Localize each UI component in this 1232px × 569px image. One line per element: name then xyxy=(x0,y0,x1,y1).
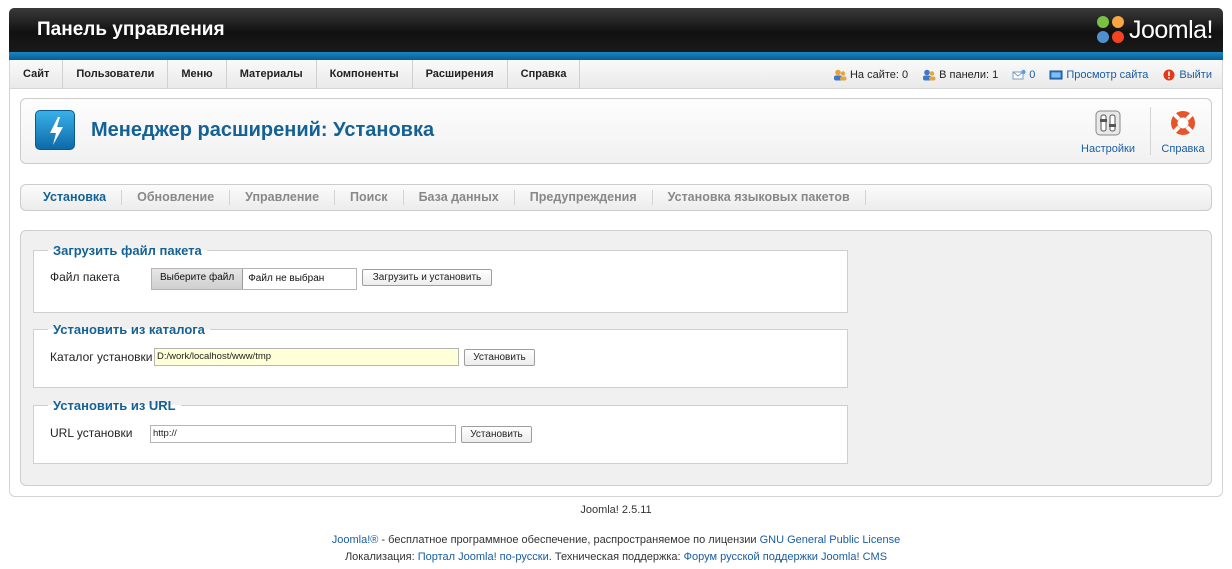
upload-legend: Загрузить файл пакета xyxy=(53,243,202,258)
gpl-link[interactable]: GNU General Public License xyxy=(760,534,901,546)
menu-item-content[interactable]: Материалы xyxy=(227,60,317,89)
joomla-logo-icon xyxy=(1096,16,1125,44)
tab-discover[interactable]: Поиск xyxy=(335,190,404,205)
forum-link[interactable]: Форум русской поддержки Joomla! CMS xyxy=(684,551,887,563)
upload-install-button[interactable]: Загрузить и установить xyxy=(362,269,492,286)
tab-manage[interactable]: Управление xyxy=(230,190,336,205)
monitor-icon xyxy=(1049,69,1063,81)
status-in-panel-text: В панели: 1 xyxy=(939,68,999,81)
header-strip xyxy=(9,52,1223,60)
footer-license: Joomla!® - бесплатное программное обеспе… xyxy=(0,534,1232,546)
footer-license-text: - бесплатное программное обеспечение, ра… xyxy=(378,534,760,546)
header-title: Панель управления xyxy=(37,19,225,40)
package-file-label: Файл пакета xyxy=(50,270,120,284)
install-directory-input[interactable]: D:/work/localhost/www/tmp xyxy=(154,348,459,366)
admin-header: Панель управления Joomla! xyxy=(9,8,1223,52)
url-legend: Установить из URL xyxy=(53,398,176,413)
page-title: Менеджер расширений: Установка xyxy=(91,119,435,141)
tab-update[interactable]: Обновление xyxy=(122,190,231,205)
portal-link[interactable]: Портал Joomla! по-русски xyxy=(418,551,549,563)
settings-button[interactable]: Настройки xyxy=(1077,107,1139,159)
logout-link[interactable]: Выйти xyxy=(1162,69,1212,81)
settings-icon xyxy=(1094,109,1122,137)
joomla-logo[interactable]: Joomla! xyxy=(1096,15,1214,45)
help-label: Справка xyxy=(1161,143,1205,155)
admins-online-icon xyxy=(922,69,936,81)
status-bar: На сайте: 0 В панели: 1 0 Просмотр сайта… xyxy=(833,60,1212,89)
status-on-site: На сайте: 0 xyxy=(833,69,908,81)
view-site-link[interactable]: Просмотр сайта xyxy=(1049,69,1148,81)
status-in-panel: В панели: 1 xyxy=(922,69,998,81)
menu-item-extensions[interactable]: Расширения xyxy=(413,60,508,89)
menu-items: Сайт Пользователи Меню Материалы Компоне… xyxy=(10,60,581,89)
menu-item-users[interactable]: Пользователи xyxy=(63,60,169,89)
install-directory-label: Каталог установки xyxy=(50,350,153,364)
choose-file-button[interactable]: Выберите файл xyxy=(152,269,244,289)
package-file-input[interactable]: Выберите файл Файл не выбран xyxy=(151,268,357,290)
no-file-text: Файл не выбран xyxy=(248,273,325,284)
directory-legend: Установить из каталога xyxy=(53,322,205,337)
menu-item-help[interactable]: Справка xyxy=(508,60,581,89)
help-lifebuoy-icon xyxy=(1169,109,1197,137)
toolbar-separator xyxy=(1150,107,1151,155)
tab-database[interactable]: База данных xyxy=(404,190,515,205)
install-url-label: URL установки xyxy=(50,426,133,440)
help-button[interactable]: Справка xyxy=(1152,107,1214,159)
footer-support-label: . Техническая поддержка: xyxy=(548,551,684,563)
status-messages-count: 0 xyxy=(1029,68,1036,81)
tab-install-languages[interactable]: Установка языковых пакетов xyxy=(653,190,866,205)
footer-localization: Локализация: Портал Joomla! по-русски. Т… xyxy=(0,551,1232,563)
menu-item-site[interactable]: Сайт xyxy=(10,60,64,89)
footer-version: Joomla! 2.5.11 xyxy=(580,504,652,516)
install-url-input[interactable]: http:// xyxy=(150,425,456,443)
status-messages[interactable]: 0 xyxy=(1012,69,1035,81)
install-directory-button[interactable]: Установить xyxy=(464,349,535,366)
messages-icon xyxy=(1012,69,1026,81)
toolbar-panel: Менеджер расширений: Установка Настройки… xyxy=(20,98,1212,164)
menu-item-menus[interactable]: Меню xyxy=(168,60,227,89)
joomla-logo-text: Joomla! xyxy=(1128,15,1214,44)
extension-manager-icon xyxy=(35,110,75,150)
tab-warnings[interactable]: Предупреждения xyxy=(515,190,653,205)
install-tabs: Установка Обновление Управление Поиск Ба… xyxy=(20,184,1212,211)
settings-label: Настройки xyxy=(1081,143,1135,155)
logout-icon xyxy=(1162,69,1176,81)
users-online-icon xyxy=(833,69,847,81)
install-url-button[interactable]: Установить xyxy=(461,426,532,443)
footer-localization-label: Локализация: xyxy=(344,551,418,563)
tab-install[interactable]: Установка xyxy=(21,190,123,205)
logout-text: Выйти xyxy=(1179,68,1212,81)
menu-item-components[interactable]: Компоненты xyxy=(317,60,413,89)
joomla-link[interactable]: Joomla!® xyxy=(332,534,379,546)
status-on-site-text: На сайте: 0 xyxy=(849,68,909,81)
main-menu: Сайт Пользователи Меню Материалы Компоне… xyxy=(9,60,1223,89)
view-site-text: Просмотр сайта xyxy=(1066,68,1149,81)
